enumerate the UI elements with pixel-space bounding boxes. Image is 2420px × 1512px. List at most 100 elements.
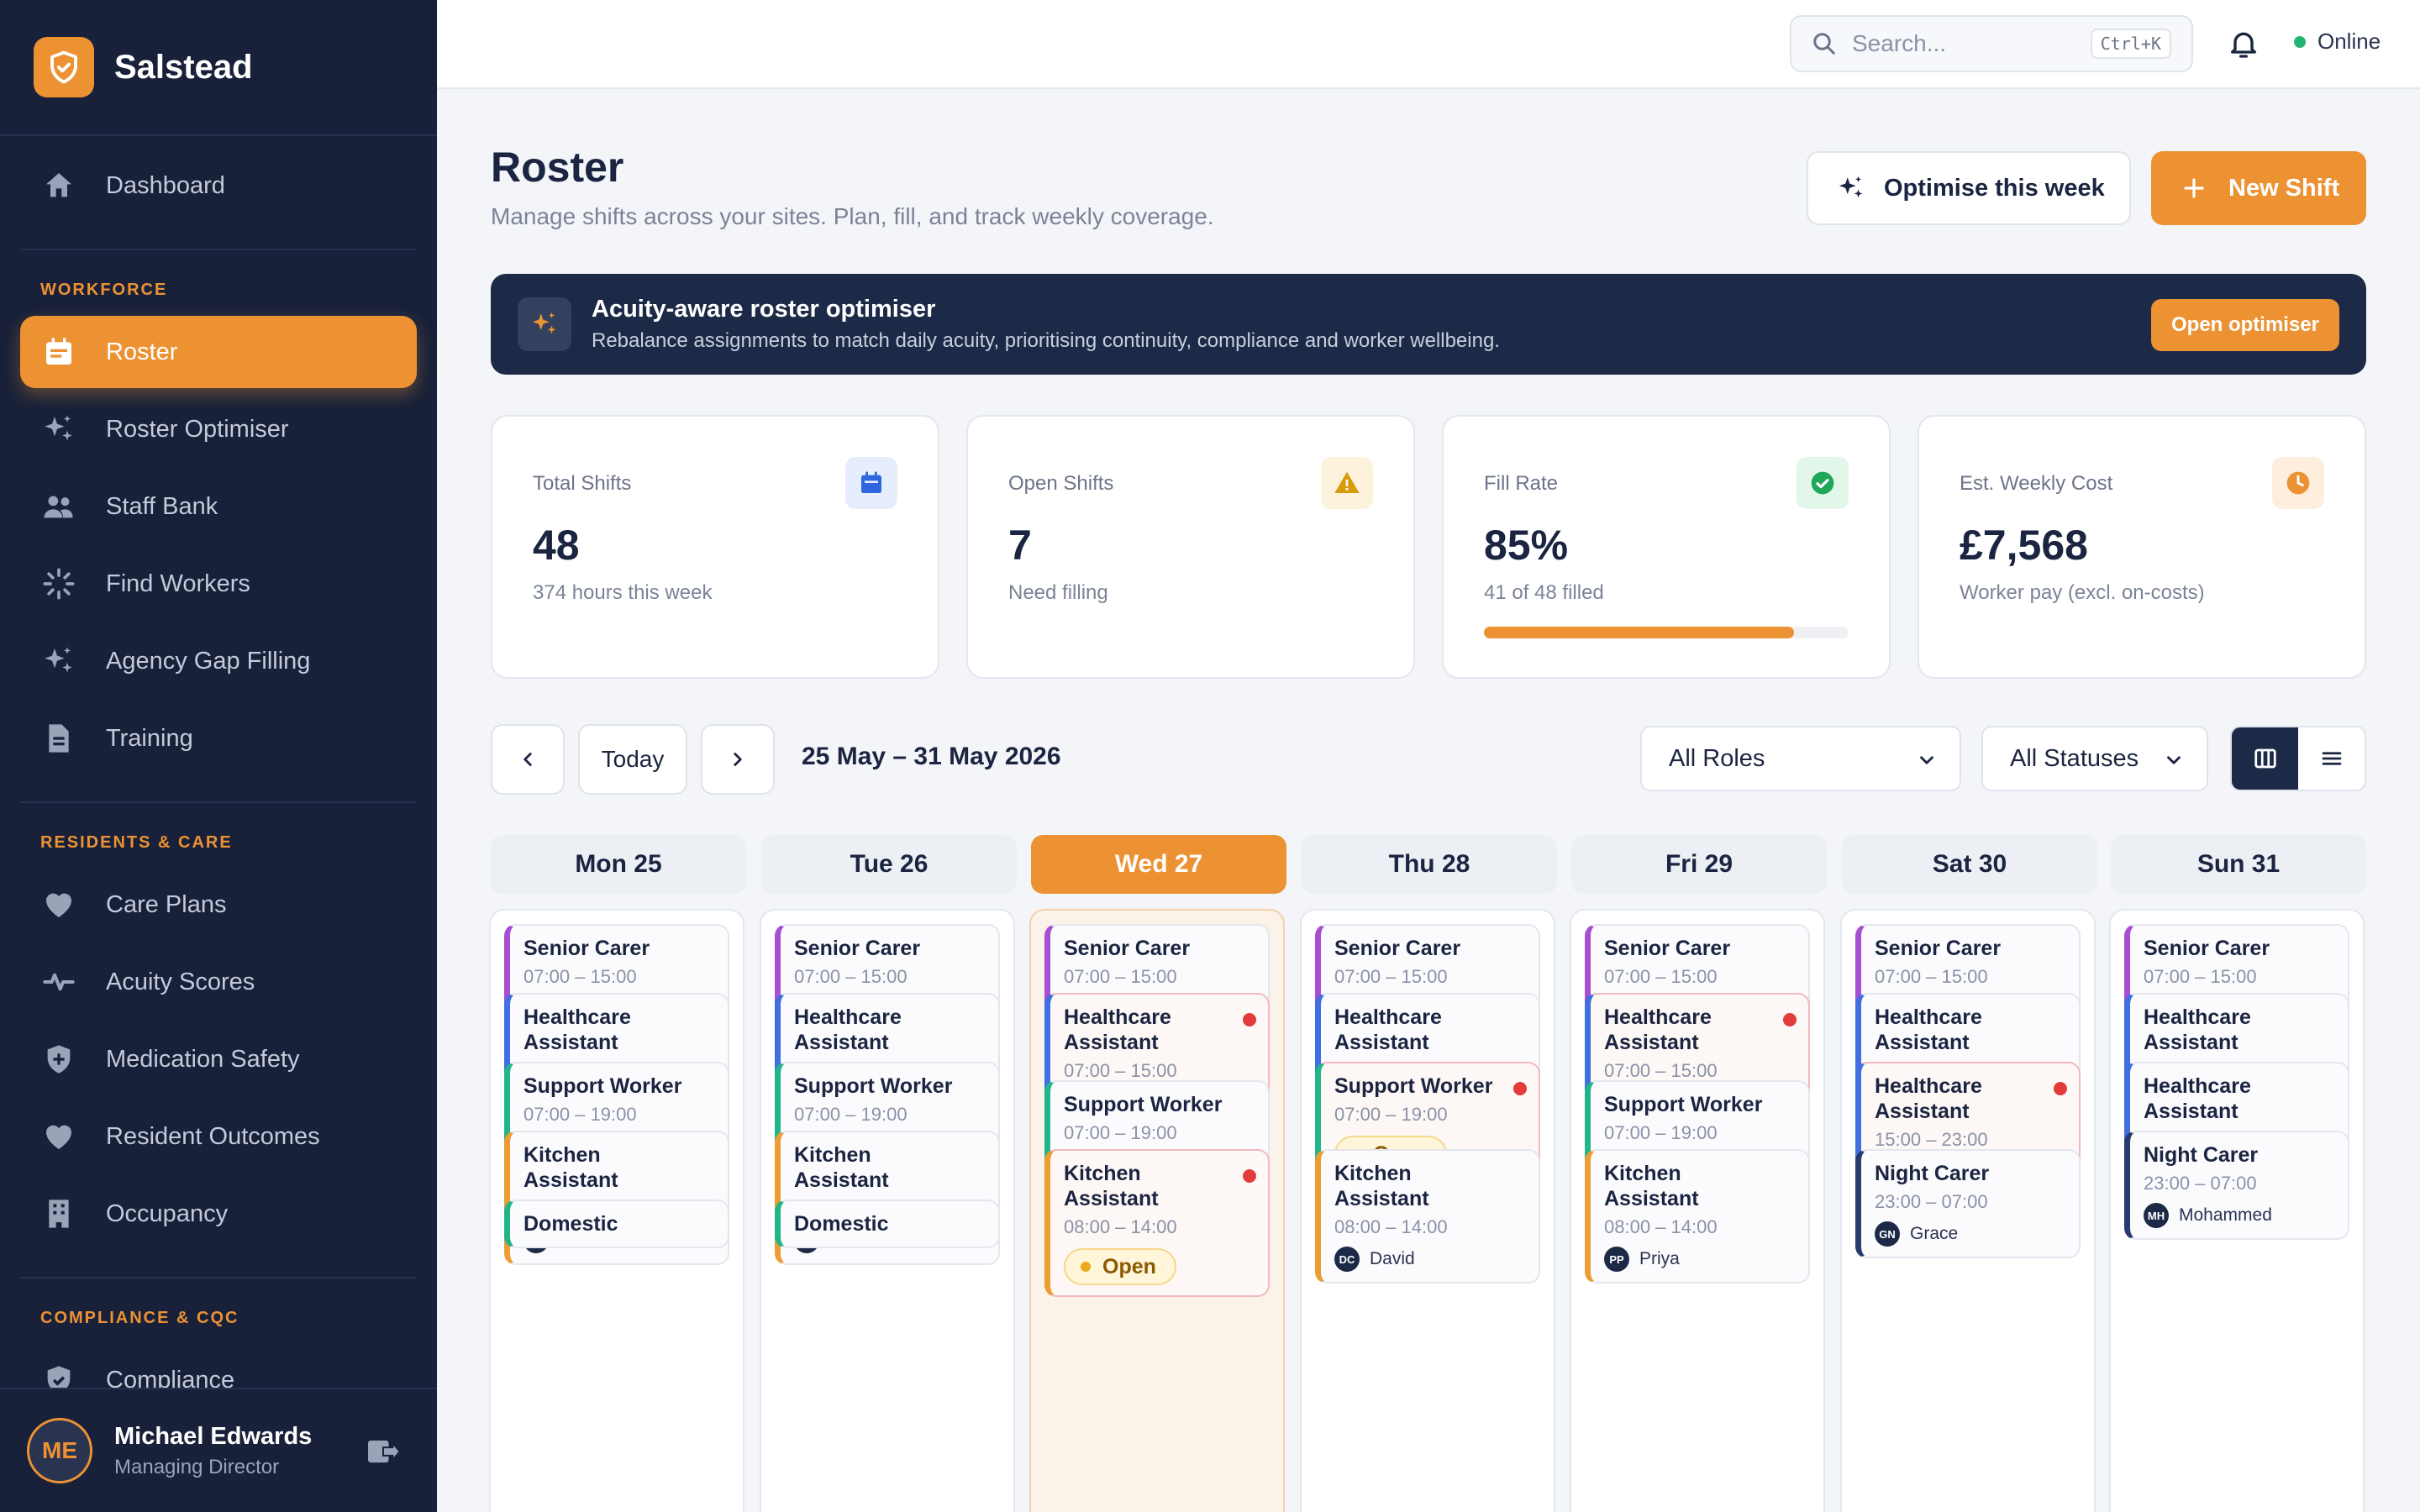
worker-name: David [1370, 1249, 1415, 1268]
day-column: Senior Carer07:00 – 15:00LWLucyHealthcar… [489, 909, 744, 1512]
shift-time: 15:00 – 23:00 [1875, 1129, 1988, 1150]
shift-role: Senior Carer [1334, 937, 1461, 960]
brand[interactable]: Salstead [0, 0, 437, 136]
building-icon [49, 1200, 69, 1228]
shift-card[interactable]: Kitchen Assistant 08:00 – 14:00 DC David [1315, 1149, 1540, 1284]
shift-time: 07:00 – 19:00 [1064, 1122, 1177, 1143]
shift-role: Night Carer [2144, 1143, 2259, 1167]
sidebar-item-training[interactable]: Training [20, 702, 417, 774]
sidebar-item-agency-gap-filling[interactable]: Agency Gap Filling [20, 625, 417, 697]
avatar: PP [1604, 1247, 1629, 1272]
logout-icon[interactable] [366, 1436, 400, 1467]
sidebar-item-label: Agency Gap Filling [106, 647, 311, 675]
shift-role: Support Worker [1064, 1093, 1223, 1116]
sidebar-item-label: Acuity Scores [106, 968, 255, 995]
day-header-thu-28[interactable]: Thu 28 [1302, 835, 1557, 894]
shift-card[interactable]: Domestic [504, 1200, 729, 1248]
sidebar-item-acuity-scores[interactable]: Acuity Scores [20, 946, 417, 1018]
shift-role: Support Worker [523, 1074, 682, 1098]
shift-card[interactable]: Kitchen Assistant 08:00 – 14:00 PP Priya [1585, 1149, 1810, 1284]
check-circle-icon [1797, 457, 1849, 509]
day-header-sat-30[interactable]: Sat 30 [1842, 835, 2097, 894]
sidebar-item-roster[interactable]: Roster [20, 316, 417, 388]
sidebar-item-staff-bank[interactable]: Staff Bank [20, 470, 417, 543]
shift-time: 07:00 – 15:00 [2144, 966, 2257, 987]
optimise-week-button[interactable]: Optimise this week [1807, 151, 2131, 225]
sparkles-icon [1839, 176, 1863, 198]
shield-plus-icon [47, 1045, 71, 1074]
search-input[interactable]: Search... Ctrl+K [1790, 15, 2193, 72]
shift-time: 07:00 – 19:00 [1604, 1122, 1718, 1143]
select-value: All Roles [1669, 744, 1765, 772]
open-optimiser-button[interactable]: Open optimiser [2151, 299, 2339, 351]
home-icon [46, 173, 71, 197]
stat-card-open-shifts: Open Shifts 7 Need filling [966, 415, 1415, 679]
page-title: Roster [491, 144, 624, 191]
shift-role: Support Worker [1604, 1093, 1763, 1116]
day-header-mon-25[interactable]: Mon 25 [491, 835, 746, 894]
chevron-down-icon [2167, 756, 2181, 764]
shift-role: Support Worker [1334, 1074, 1493, 1098]
user-profile[interactable]: ME Michael Edwards Managing Director [0, 1388, 437, 1512]
progress-fill [1484, 627, 1794, 638]
page-subtitle: Manage shifts across your sites. Plan, f… [491, 203, 1214, 229]
stat-label: Total Shifts [533, 472, 632, 495]
list-view-button[interactable] [2298, 727, 2365, 790]
grid-view-button[interactable] [2232, 727, 2298, 790]
brand-name: Salstead [114, 48, 253, 86]
day-header-sun-31[interactable]: Sun 31 [2111, 835, 2366, 894]
day-header-wed-27[interactable]: Wed 27 [1031, 835, 1286, 894]
heart-icon [46, 893, 71, 917]
shift-role: Senior Carer [523, 937, 650, 960]
shift-time: 07:00 – 19:00 [523, 1104, 637, 1125]
activity-icon [43, 973, 75, 991]
banner-title: Acuity-aware roster optimiser [592, 296, 936, 323]
sidebar-item-dashboard[interactable]: Dashboard [20, 150, 417, 222]
prev-week-button[interactable] [491, 724, 565, 795]
shift-card[interactable]: Night Carer 23:00 – 07:00 MH Mohammed [2124, 1131, 2349, 1240]
assigned-worker: DC David [1334, 1247, 1527, 1272]
status-label: Online [2317, 29, 2381, 54]
sidebar-item-roster-optimiser[interactable]: Roster Optimiser [20, 393, 417, 465]
sidebar-item-label: Roster [106, 338, 178, 365]
sidebar-item-find-workers[interactable]: Find Workers [20, 548, 417, 620]
shift-card[interactable]: Night Carer 23:00 – 07:00 GN Grace [1855, 1149, 2081, 1258]
shift-time: 07:00 – 15:00 [1064, 966, 1177, 987]
shield-logo-icon [34, 37, 94, 97]
sidebar-item-occupancy[interactable]: Occupancy [20, 1178, 417, 1250]
today-button[interactable]: Today [578, 724, 687, 795]
stat-card-fill-rate: Fill Rate 85% 41 of 48 filled [1442, 415, 1891, 679]
sidebar-item-care-plans[interactable]: Care Plans [20, 869, 417, 941]
loader-icon [43, 568, 75, 600]
shift-role: Healthcare Assistant [1334, 1005, 1442, 1054]
stat-label: Est. Weekly Cost [1960, 472, 2113, 495]
new-shift-button[interactable]: New Shift [2151, 151, 2366, 225]
shift-card[interactable]: Domestic [775, 1200, 1000, 1248]
shift-time: 08:00 – 14:00 [1334, 1216, 1448, 1237]
shift-role: Senior Carer [2144, 937, 2270, 960]
stat-value: 7 [1008, 522, 1032, 569]
shift-role: Healthcare Assistant [794, 1005, 902, 1054]
shift-time: 07:00 – 15:00 [523, 966, 637, 987]
roles-filter-select[interactable]: All Roles [1640, 726, 1961, 791]
open-shift-card[interactable]: Kitchen Assistant 08:00 – 14:00 Open [1044, 1149, 1270, 1297]
day-header-tue-26[interactable]: Tue 26 [761, 835, 1017, 894]
shift-role: Healthcare Assistant [1875, 1005, 1982, 1054]
sidebar-item-resident-outcomes[interactable]: Resident Outcomes [20, 1100, 417, 1173]
day-header-fri-29[interactable]: Fri 29 [1571, 835, 1827, 894]
search-placeholder: Search... [1852, 30, 1947, 56]
shift-role: Kitchen Assistant [1604, 1162, 1699, 1210]
sidebar-item-label: Training [106, 724, 193, 752]
worker-name: Mohammed [2179, 1205, 2272, 1225]
next-week-button[interactable] [701, 724, 775, 795]
unfilled-indicator [1243, 1169, 1256, 1183]
shift-time: 07:00 – 15:00 [1334, 966, 1448, 987]
button-label: Optimise this week [1884, 174, 2105, 202]
columns-icon [2254, 748, 2276, 769]
shift-role: Healthcare Assistant [2144, 1074, 2251, 1123]
bell-icon[interactable] [2227, 27, 2260, 60]
user-name: Michael Edwards [114, 1422, 313, 1450]
sidebar-item-label: Roster Optimiser [106, 415, 289, 443]
status-filter-select[interactable]: All Statuses [1981, 726, 2208, 791]
sidebar-item-medication-safety[interactable]: Medication Safety [20, 1023, 417, 1095]
